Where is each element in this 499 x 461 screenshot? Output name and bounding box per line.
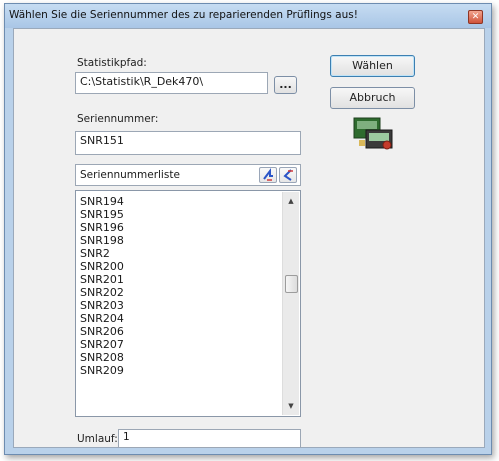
statistikpfad-input[interactable]: C:\Statistik\R_Dek470\: [75, 72, 268, 94]
list-item[interactable]: SNR195: [76, 208, 300, 221]
sort-up-button[interactable]: [259, 167, 277, 183]
umlauf-input[interactable]: 1: [118, 429, 301, 448]
list-item[interactable]: SNR207: [76, 338, 300, 351]
seriennummer-label: Seriennummer:: [77, 113, 159, 125]
close-button[interactable]: ✕: [468, 10, 483, 24]
seriennummer-input[interactable]: SNR151: [75, 131, 301, 155]
choose-button[interactable]: Wählen: [330, 55, 415, 77]
sort-down-button[interactable]: [279, 167, 297, 183]
list-item[interactable]: SNR200: [76, 260, 300, 273]
scroll-up-arrow-icon[interactable]: ▲: [283, 194, 299, 208]
browse-button[interactable]: ...: [274, 76, 297, 94]
serial-number-list[interactable]: SNR194 SNR195 SNR196 SNR198 SNR2 SNR200 SNR201…: [75, 190, 301, 417]
list-item[interactable]: SNR194: [76, 195, 300, 208]
list-item[interactable]: SNR202: [76, 286, 300, 299]
seriennummerliste-label: Seriennummerliste: [80, 169, 180, 181]
sort-down-icon: [283, 169, 293, 181]
sort-up-icon: [263, 168, 273, 181]
close-icon: ✕: [471, 12, 480, 22]
statistikpfad-label: Statistikpfad:: [77, 57, 147, 69]
scroll-thumb[interactable]: [285, 275, 298, 293]
window-title: Wählen Sie die Seriennummer des zu repar…: [9, 9, 358, 21]
title-bar[interactable]: Wählen Sie die Seriennummer des zu repar…: [5, 4, 491, 28]
dialog-client: Statistikpfad: C:\Statistik\R_Dek470\ ..…: [13, 28, 485, 448]
list-item[interactable]: SNR208: [76, 351, 300, 364]
list-item[interactable]: SNR203: [76, 299, 300, 312]
seriennummerliste-header: Seriennummerliste: [75, 164, 301, 186]
umlauf-label: Umlauf:: [77, 433, 118, 445]
dialog-window: Wählen Sie die Seriennummer des zu repar…: [4, 3, 492, 455]
list-item[interactable]: SNR201: [76, 273, 300, 286]
list-item[interactable]: SNR209: [76, 364, 300, 377]
list-scrollbar[interactable]: ▲ ▼: [282, 192, 299, 415]
list-item[interactable]: SNR204: [76, 312, 300, 325]
cancel-button[interactable]: Abbruch: [330, 87, 415, 109]
scroll-down-arrow-icon[interactable]: ▼: [283, 399, 299, 413]
list-item[interactable]: SNR196: [76, 221, 300, 234]
list-item[interactable]: SNR198: [76, 234, 300, 247]
list-item[interactable]: SNR206: [76, 325, 300, 338]
test-device-icon: [353, 117, 393, 150]
list-items: SNR194 SNR195 SNR196 SNR198 SNR2 SNR200 SNR201…: [76, 191, 300, 377]
list-item[interactable]: SNR2: [76, 247, 300, 260]
